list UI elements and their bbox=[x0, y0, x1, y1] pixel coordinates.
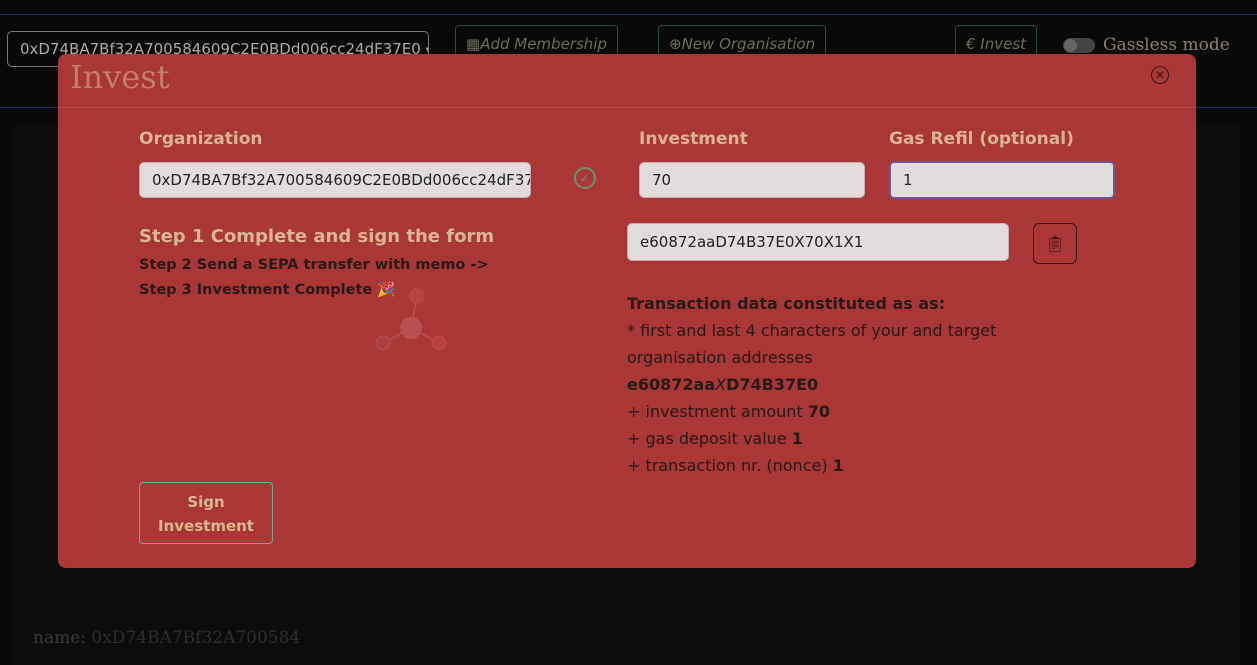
organization-input[interactable]: 0xD74BA7Bf32A700584609C2E0BDd006cc24dF37… bbox=[139, 162, 531, 198]
tx-nonce: 1 bbox=[832, 456, 844, 475]
plus-circle-icon: ⊕ bbox=[669, 35, 682, 53]
modal-title: Invest bbox=[70, 58, 170, 96]
tx-addr-a: e60872aa bbox=[627, 375, 716, 394]
name-label: name: bbox=[33, 628, 86, 648]
invest-label: € Invest bbox=[966, 35, 1027, 53]
organization-label: Organization bbox=[139, 129, 263, 149]
step-2: Step 2 Send a SEPA transfer with memo -> bbox=[139, 257, 489, 273]
tx-line-nonce: + transaction nr. (nonce) bbox=[627, 456, 828, 475]
new-organisation-label: New Organisation bbox=[681, 35, 816, 53]
building-icon: ▦ bbox=[466, 35, 481, 53]
tx-line-addresses: * first and last 4 characters of your an… bbox=[627, 321, 997, 367]
invest-modal: Invest ✕ Organization 0xD74BA7Bf32A70058… bbox=[58, 54, 1196, 568]
clipboard-icon: 📋︎ bbox=[1044, 234, 1066, 253]
gas-refil-label: Gas Refil (optional) bbox=[889, 129, 1074, 149]
tx-line-gas: + gas deposit value bbox=[627, 429, 787, 448]
tx-gas: 1 bbox=[791, 429, 803, 448]
name-value: 0xD74BA7Bf32A700584609C2E0BDd006cc24dF37… bbox=[91, 628, 301, 648]
gasless-label: Gassless mode bbox=[1103, 35, 1230, 55]
org-name: name: 0xD74BA7Bf32A700584609C2E0BDd006cc… bbox=[33, 628, 301, 648]
loading-spinner-icon bbox=[375, 288, 447, 351]
sign-investment-button[interactable]: Sign Investment bbox=[139, 482, 273, 544]
transaction-info: Transaction data constituted as as: * fi… bbox=[627, 290, 1007, 479]
copy-clipboard-button[interactable]: 📋︎ bbox=[1033, 223, 1077, 264]
tx-addr-sep: X bbox=[715, 375, 727, 394]
gasless-toggle[interactable] bbox=[1063, 38, 1095, 53]
investment-input[interactable]: 70 bbox=[639, 162, 865, 198]
header-border bbox=[0, 14, 1257, 15]
step-1: Step 1 Complete and sign the form bbox=[139, 226, 495, 247]
tx-amount: 70 bbox=[807, 402, 831, 421]
gas-refil-input[interactable]: 1 bbox=[889, 161, 1115, 199]
tx-title: Transaction data constituted as as: bbox=[627, 294, 946, 313]
modal-divider bbox=[58, 107, 1196, 108]
tx-addr-b: D74B37E0 bbox=[726, 375, 819, 394]
add-membership-label: Add Membership bbox=[480, 35, 607, 53]
close-icon[interactable]: ✕ bbox=[1151, 66, 1169, 84]
step-3: Step 3 Investment Complete 🎉 bbox=[139, 282, 396, 298]
memo-input[interactable]: e60872aaD74B37E0X70X1X1 bbox=[627, 223, 1009, 261]
check-circle-icon: ✓ bbox=[574, 167, 596, 189]
investment-label: Investment bbox=[639, 129, 748, 149]
tx-line-amount: + investment amount bbox=[627, 402, 803, 421]
